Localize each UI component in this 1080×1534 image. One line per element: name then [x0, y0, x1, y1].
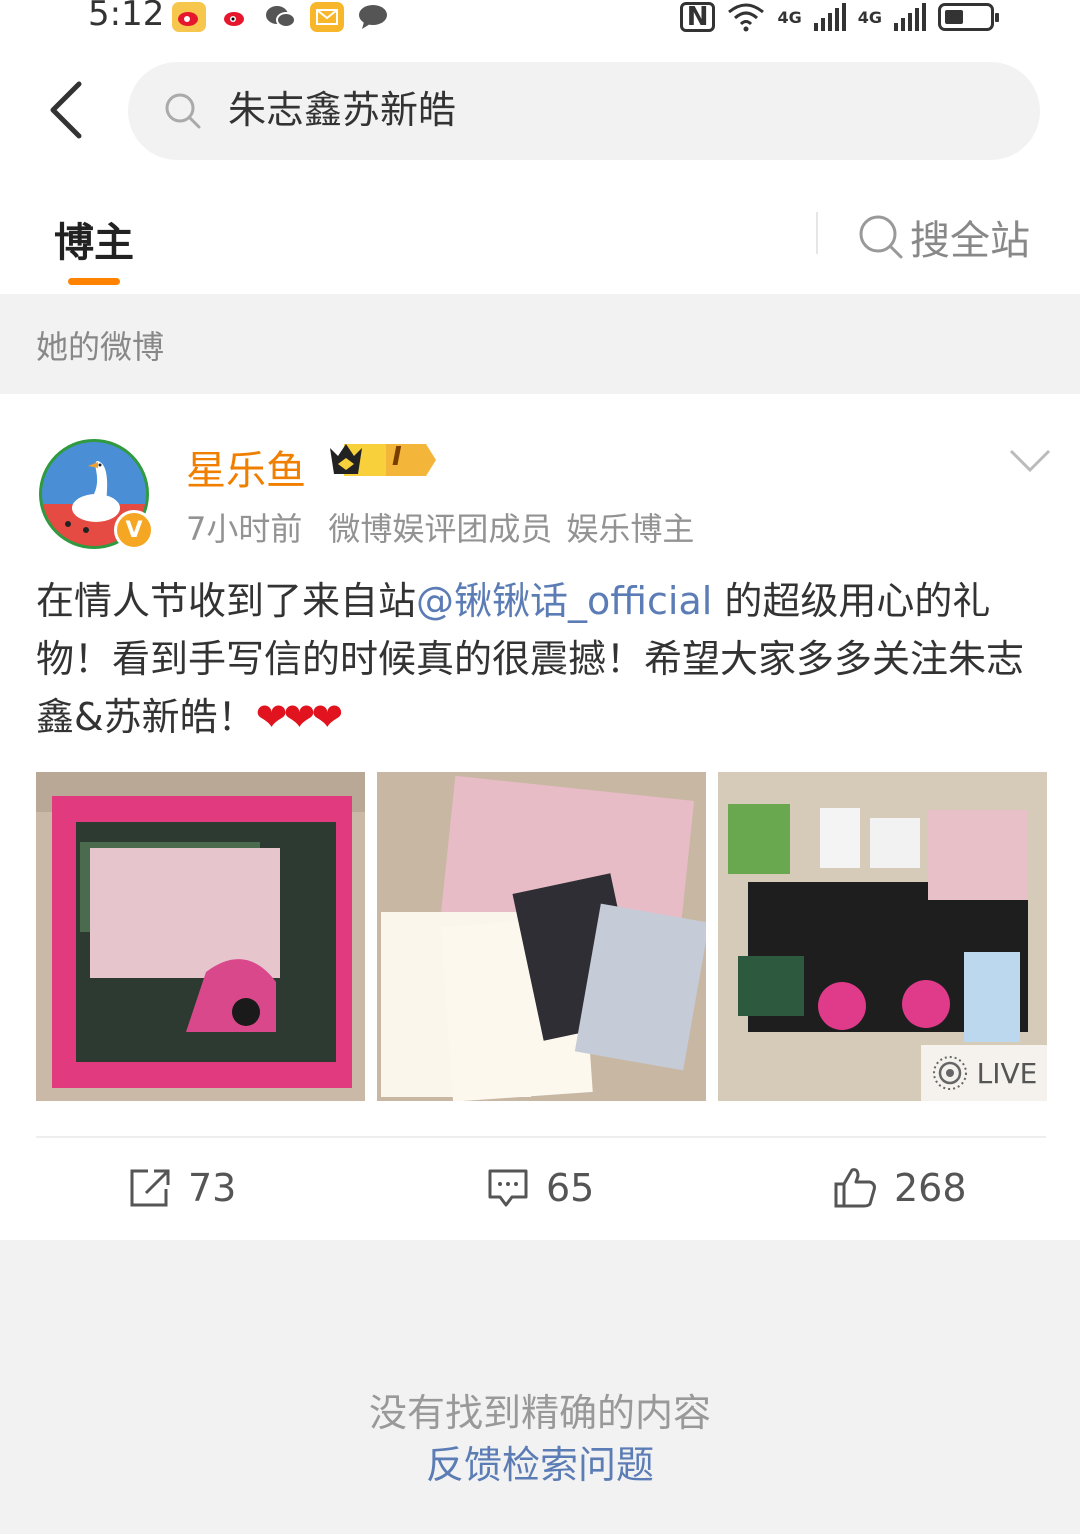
live-icon	[932, 1056, 967, 1090]
post-image[interactable]	[36, 772, 365, 1101]
search-all-label: 搜全站	[910, 218, 1030, 264]
search-query: 朱志鑫苏新皓	[228, 88, 457, 132]
live-photo-badge: LIVE	[921, 1045, 1047, 1101]
weibo-app-icon	[172, 2, 206, 32]
tab-bar: 博主 搜全站	[0, 190, 1080, 294]
network-b-label: 4G	[857, 7, 882, 27]
post-actions: 73 65 268	[0, 1138, 1080, 1238]
post-tag: 娱乐博主	[566, 510, 695, 548]
nfc-icon: N	[679, 2, 716, 32]
back-button[interactable]	[40, 80, 90, 140]
mention-link[interactable]: @锹锹话_official	[416, 579, 712, 623]
repost-button[interactable]: 73	[128, 1166, 236, 1210]
tab-bloggers[interactable]: 博主	[54, 210, 134, 268]
chevron-left-icon	[50, 81, 82, 139]
section-title: 她的微博	[36, 328, 165, 366]
status-time: 5:12	[88, 0, 165, 34]
comment-button[interactable]: 65	[486, 1166, 594, 1210]
verified-badge: V	[114, 510, 154, 550]
mail-icon	[310, 2, 344, 32]
search-all-button[interactable]: 搜全站	[858, 208, 1030, 266]
post-more-button[interactable]	[1008, 448, 1052, 478]
repost-count: 73	[188, 1166, 237, 1210]
post-meta: 7小时前 微博娱评团成员 娱乐博主	[186, 504, 694, 550]
tab-divider	[816, 212, 818, 254]
post-images: LIVE	[36, 772, 1047, 1101]
no-results-text: 没有找到精确的内容	[368, 1391, 711, 1435]
post-text-part: 在情人节收到了来自站	[36, 579, 417, 623]
chevron-down-icon	[1009, 449, 1051, 473]
post-image[interactable]: LIVE	[718, 772, 1047, 1101]
network-a-label: 4G	[777, 7, 802, 27]
heart-emojis: ❤❤❤	[255, 695, 344, 739]
search-icon	[859, 215, 903, 259]
level-badge-label: I	[392, 442, 402, 472]
battery-icon	[938, 3, 999, 31]
search-input[interactable]: 朱志鑫苏新皓	[128, 62, 1040, 160]
like-button[interactable]: 268	[832, 1166, 967, 1210]
tab-indicator	[68, 278, 120, 285]
nfc-label: N	[686, 2, 709, 32]
post-card[interactable]: V 星乐鱼 I 7小时前 微博娱评团成员 娱乐博主 在情人节收到了来自站@锹锹话…	[0, 394, 1080, 1240]
notification-icons	[172, 2, 390, 32]
signal-icon-2	[894, 3, 926, 31]
signal-icon	[813, 3, 846, 31]
wifi-icon	[728, 3, 765, 32]
member-level-badge[interactable]: I	[326, 440, 438, 484]
feedback-link[interactable]: 反馈检索问题	[0, 1434, 1080, 1489]
live-label: LIVE	[976, 1056, 1038, 1090]
repost-icon	[130, 1169, 170, 1207]
comment-icon	[488, 1169, 528, 1207]
system-indicators: N 4G 4G	[679, 2, 999, 32]
post-time: 7小时前	[186, 510, 303, 548]
section-header: 她的微博	[0, 294, 1080, 394]
thumbs-up-icon	[834, 1168, 876, 1208]
like-count: 268	[894, 1166, 967, 1210]
wechat-icon	[264, 2, 298, 32]
search-icon	[165, 93, 201, 129]
status-bar: 5:12 N 4G 4G	[0, 0, 1080, 40]
post-tag: 微博娱评团成员	[328, 510, 553, 548]
weibo-icon	[218, 2, 252, 32]
message-icon	[356, 2, 390, 32]
comment-count: 65	[546, 1166, 595, 1210]
post-username[interactable]: 星乐鱼	[186, 438, 306, 496]
post-text: 在情人节收到了来自站@锹锹话_official 的超级用心的礼物！看到手写信的时…	[36, 572, 1046, 746]
post-image[interactable]	[377, 772, 706, 1101]
search-header: 朱志鑫苏新皓	[0, 40, 1080, 190]
